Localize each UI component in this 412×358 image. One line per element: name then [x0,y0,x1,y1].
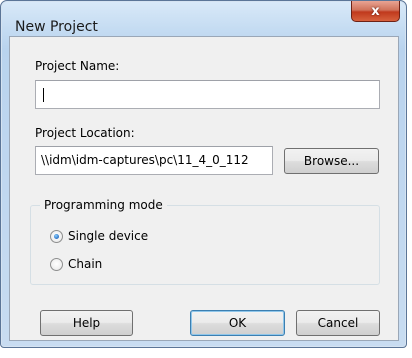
chain-label[interactable]: Chain [68,257,102,271]
dialog-title: New Project [15,19,98,35]
project-name-input[interactable] [35,80,380,109]
text-caret [43,88,44,102]
project-location-input[interactable]: \\idm\idm-captures\pc\11_4_0_112 [35,146,273,175]
single-device-radio[interactable] [50,230,63,243]
title-bar[interactable]: New Project x [1,1,406,35]
close-icon: x [371,3,380,19]
chain-radio[interactable] [50,258,63,271]
help-button-label: Help [72,316,101,330]
project-location-label: Project Location: [35,126,135,140]
ok-button-label: OK [228,316,247,330]
browse-button-label: Browse... [303,154,360,168]
cancel-button[interactable]: Cancel [296,310,380,336]
ok-button[interactable]: OK [190,310,285,336]
project-name-label: Project Name: [35,59,120,73]
browse-button[interactable]: Browse... [284,148,379,174]
cancel-button-label: Cancel [317,316,359,330]
single-device-label[interactable]: Single device [68,229,148,243]
close-button[interactable]: x [351,1,400,22]
programming-mode-group [30,205,380,285]
help-button[interactable]: Help [40,310,133,336]
programming-mode-title: Programming mode [40,198,167,212]
project-location-value: \\idm\idm-captures\pc\11_4_0_112 [41,153,249,167]
